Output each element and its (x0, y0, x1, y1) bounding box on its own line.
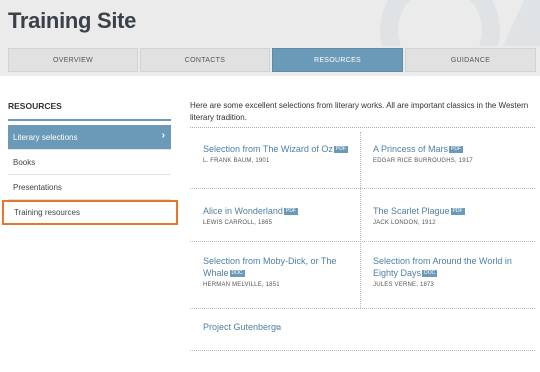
site-title: Training Site (8, 8, 137, 33)
sidebar-item-presentations[interactable]: Presentations (8, 175, 171, 200)
work-item: The Scarlet Plague PDF JACK LONDON, 1912 (373, 205, 533, 226)
work-meta: JULES VERNE, 1873 (373, 282, 435, 288)
work-title: Selection from Moby-Dick, or The Whale (203, 256, 337, 278)
sidebar-item-literary-selections[interactable]: Literary selections › (8, 125, 171, 150)
site-header: Training Site (0, 0, 540, 46)
work-item: Selection from Around the World in Eight… (373, 255, 533, 288)
work-item: Selection from The Wizard of Oz PDF L. FR… (203, 143, 363, 164)
tab-resources[interactable]: RESOURCES (272, 48, 403, 72)
header-decoration (380, 0, 500, 46)
external-link-icon: ⧉ (276, 325, 282, 332)
work-title: Selection from The Wizard of Oz (203, 144, 333, 154)
work-link[interactable]: Selection from Moby-Dick, or The Whale DO… (203, 255, 363, 279)
row-divider (190, 350, 535, 351)
work-link[interactable]: Alice in Wonderland PDF (203, 205, 363, 217)
sidebar-item-label: Training resources (14, 208, 80, 217)
work-link[interactable]: Selection from The Wizard of Oz PDF (203, 143, 363, 155)
row-divider (190, 241, 535, 242)
work-title: Selection from Around the World in Eight… (373, 256, 512, 278)
main-content: Here are some excellent selections from … (190, 100, 535, 351)
work-title: A Princess of Mars (373, 144, 449, 154)
sidebar-item-training-resources[interactable]: Training resources (2, 200, 178, 225)
row-divider (190, 308, 535, 309)
intro-text: Here are some excellent selections from … (190, 100, 535, 128)
work-title: Alice in Wonderland (203, 206, 283, 216)
work-title: The Scarlet Plague (373, 206, 450, 216)
doc-icon: DOC (422, 270, 438, 277)
sidebar-item-label: Presentations (13, 182, 62, 192)
link-label: Project Gutenberg (203, 322, 277, 332)
work-meta: HERMAN MELVILLE, 1851 (203, 282, 280, 288)
work-item: A Princess of Mars PDF EDGAR RICE BURROUG… (373, 143, 533, 164)
pdf-icon: PDF (449, 146, 464, 153)
row-divider (190, 188, 535, 189)
tab-guidance[interactable]: GUIDANCE (405, 48, 536, 72)
doc-icon: DOC (229, 270, 245, 277)
project-gutenberg-link[interactable]: Project Gutenberg⧉ (203, 321, 363, 335)
work-meta: EDGAR RICE BURROUGHS, 1917 (373, 158, 473, 164)
work-link[interactable]: The Scarlet Plague PDF (373, 205, 533, 217)
sidebar-item-label: Books (13, 157, 36, 167)
work-item: Alice in Wonderland PDF LEWIS CARROLL, 18… (203, 205, 363, 226)
work-link[interactable]: A Princess of Mars PDF (373, 143, 533, 155)
sidebar: RESOURCES Literary selections › Books Pr… (2, 93, 178, 225)
work-meta: LEWIS CARROLL, 1865 (203, 220, 273, 226)
work-meta: L. FRANK BAUM, 1901 (203, 158, 270, 164)
sidebar-item-label: Literary selections (13, 132, 78, 142)
chevron-right-icon: › (161, 130, 165, 141)
work-meta: JACK LONDON, 1912 (373, 220, 436, 226)
pdf-icon: PDF (450, 208, 465, 215)
tab-contacts[interactable]: CONTACTS (140, 48, 270, 72)
work-item: Selection from Moby-Dick, or The Whale DO… (203, 255, 363, 288)
sidebar-item-books[interactable]: Books (8, 150, 171, 175)
sidebar-heading: RESOURCES (8, 93, 171, 121)
tab-bar: OVERVIEW CONTACTS RESOURCES GUIDANCE (8, 48, 540, 72)
pdf-icon: PDF (333, 146, 348, 153)
tab-overview[interactable]: OVERVIEW (8, 48, 138, 72)
pdf-icon: PDF (283, 208, 298, 215)
work-link[interactable]: Selection from Around the World in Eight… (373, 255, 533, 279)
